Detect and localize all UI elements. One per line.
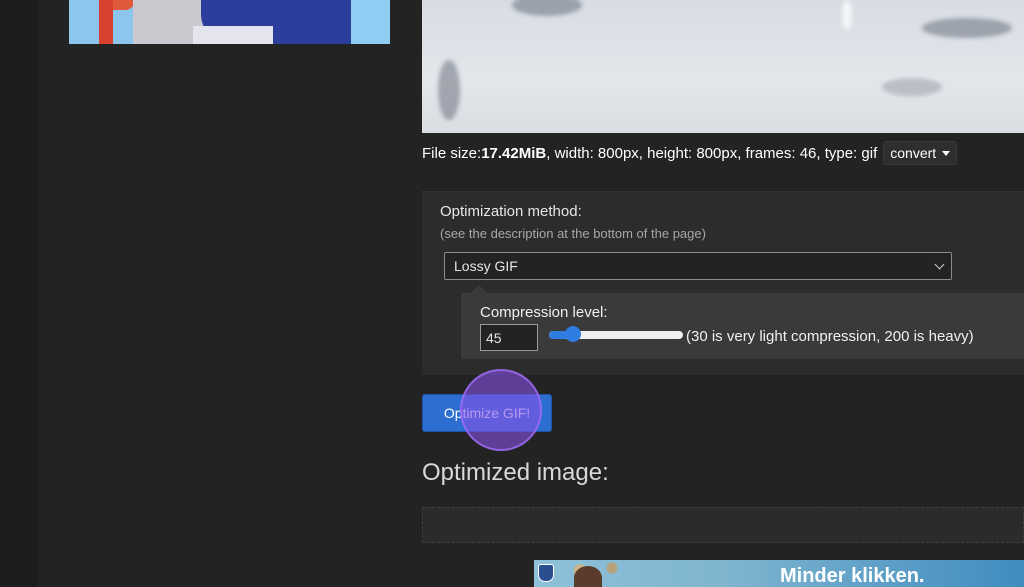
file-details: , width: 800px, height: 800px, frames: 4… — [546, 144, 878, 162]
compression-options: Compression level: 45 (30 is very light … — [461, 293, 1024, 359]
ad-banner[interactable]: Minder klikken. — [534, 560, 1024, 587]
file-info: File size: 17.42MiB , width: 800px, heig… — [422, 141, 958, 165]
ad-person-image — [574, 566, 602, 587]
selected-method: Lossy GIF — [454, 258, 518, 274]
gif-preview-image — [422, 0, 1024, 133]
ad-text: Minder klikken. — [780, 565, 925, 587]
shield-icon — [538, 564, 554, 582]
compression-slider-thumb[interactable] — [564, 326, 581, 342]
original-gif-thumbnail — [69, 0, 390, 44]
caret-down-icon — [942, 150, 951, 156]
compression-level-input[interactable]: 45 — [480, 324, 538, 351]
optimization-method-select[interactable]: Lossy GIF — [444, 252, 952, 280]
page: File size: 17.42MiB , width: 800px, heig… — [0, 0, 1024, 587]
convert-dropdown-button[interactable]: convert — [883, 141, 958, 165]
optimization-method-hint: (see the description at the bottom of th… — [440, 226, 706, 241]
optimization-panel: Optimization method: (see the descriptio… — [422, 191, 1024, 375]
convert-label: convert — [890, 145, 937, 161]
file-size: 17.42MiB — [481, 144, 547, 162]
chevron-down-icon — [934, 259, 945, 270]
optimized-image-heading: Optimized image: — [422, 459, 609, 486]
left-gutter — [0, 0, 38, 587]
optimize-gif-button[interactable]: Optimize GIF! — [422, 394, 552, 432]
compression-hint: (30 is very light compression, 200 is he… — [686, 328, 974, 345]
compression-level-label: Compression level: — [480, 304, 608, 321]
optimization-method-label: Optimization method: — [440, 203, 582, 220]
file-info-prefix: File size: — [422, 144, 482, 162]
optimized-image-placeholder — [422, 507, 1024, 543]
